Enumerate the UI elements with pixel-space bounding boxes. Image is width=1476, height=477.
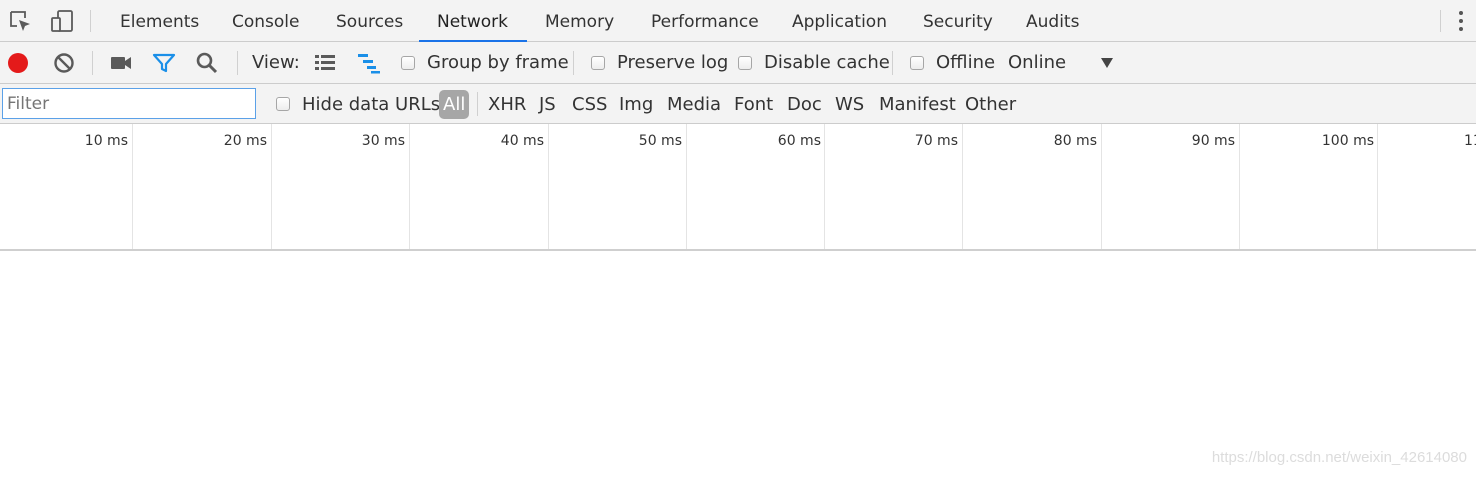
throttling-value: Online <box>1008 52 1067 73</box>
timeline-label: 70 ms <box>914 133 958 149</box>
divider <box>237 51 238 75</box>
throttling-select[interactable]: Online <box>1008 42 1066 83</box>
type-filter-js[interactable]: JS <box>539 84 556 124</box>
more-options-icon[interactable] <box>1458 11 1464 33</box>
preserve-log-checkbox[interactable] <box>591 55 605 70</box>
divider <box>477 92 478 116</box>
grid-divider <box>548 124 549 249</box>
hide-data-urls-label: Hide data URLs <box>302 93 441 115</box>
filter-bar: Hide data URLs All XHR JS CSS Img Media … <box>0 84 1476 124</box>
timeline-label: 50 ms <box>638 133 682 149</box>
type-filter-media[interactable]: Media <box>667 84 721 124</box>
tab-application[interactable]: Application <box>774 0 905 42</box>
tab-elements[interactable]: Elements <box>102 0 217 42</box>
waterfall-overview-icon[interactable] <box>357 51 381 75</box>
offline-checkbox[interactable] <box>910 55 924 70</box>
view-label: View: <box>252 52 300 73</box>
tab-security[interactable]: Security <box>905 0 1011 42</box>
divider <box>92 51 93 75</box>
tab-memory[interactable]: Memory <box>527 0 632 42</box>
type-filter-manifest[interactable]: Manifest <box>879 84 956 124</box>
group-by-frame-option[interactable]: Group by frame <box>401 42 569 83</box>
timeline-overview[interactable]: 10 ms 20 ms 30 ms 40 ms 50 ms 60 ms 70 m… <box>0 124 1476 251</box>
filter-icon[interactable] <box>152 51 176 75</box>
grid-divider <box>271 124 272 249</box>
tab-audits[interactable]: Audits <box>1008 0 1097 42</box>
search-icon[interactable] <box>195 51 219 75</box>
filter-input[interactable] <box>2 88 256 119</box>
tab-network[interactable]: Network <box>419 0 527 42</box>
hide-data-urls-checkbox[interactable] <box>276 97 290 111</box>
clear-icon[interactable] <box>52 51 76 75</box>
timeline-label: 80 ms <box>1053 133 1097 149</box>
grid-divider <box>824 124 825 249</box>
grid-divider <box>962 124 963 249</box>
type-filter-all[interactable]: All <box>439 90 470 119</box>
type-filter-img[interactable]: Img <box>619 84 653 124</box>
offline-option[interactable]: Offline <box>910 42 995 83</box>
network-toolbar: View: Group by frame Preserve log Disabl… <box>0 42 1476 84</box>
timeline-label: 20 ms <box>223 133 267 149</box>
timeline-label: 60 ms <box>777 133 821 149</box>
watermark: https://blog.csdn.net/weixin_42614080 <box>1211 449 1467 466</box>
grid-divider <box>1377 124 1378 249</box>
divider <box>573 51 574 75</box>
type-filter-xhr[interactable]: XHR <box>488 84 526 124</box>
type-filter-other[interactable]: Other <box>965 84 1016 124</box>
preserve-log-option[interactable]: Preserve log <box>591 42 728 83</box>
tab-performance[interactable]: Performance <box>633 0 777 42</box>
grid-divider <box>409 124 410 249</box>
offline-label: Offline <box>936 52 996 73</box>
timeline-label: 100 ms <box>1321 133 1374 149</box>
tab-console[interactable]: Console <box>214 0 318 42</box>
timeline-label: 11 <box>1464 133 1476 149</box>
type-filter-doc[interactable]: Doc <box>787 84 822 124</box>
grid-divider <box>1101 124 1102 249</box>
disable-cache-label: Disable cache <box>764 52 890 73</box>
dropdown-arrow-icon[interactable] <box>1101 58 1113 68</box>
divider <box>90 10 91 32</box>
group-by-frame-checkbox[interactable] <box>401 55 415 70</box>
disable-cache-option[interactable]: Disable cache <box>738 42 890 83</box>
devtools-tab-bar: Elements Console Sources Network Memory … <box>0 0 1476 42</box>
type-filter-ws[interactable]: WS <box>835 84 864 124</box>
grid-divider <box>1239 124 1240 249</box>
hide-data-urls-option[interactable]: Hide data URLs <box>276 84 440 124</box>
timeline-label: 90 ms <box>1191 133 1235 149</box>
timeline-label: 10 ms <box>84 133 128 149</box>
disable-cache-checkbox[interactable] <box>738 55 752 70</box>
tab-sources[interactable]: Sources <box>318 0 421 42</box>
timeline-label: 30 ms <box>361 133 405 149</box>
inspect-element-icon[interactable] <box>8 9 32 33</box>
divider <box>1440 10 1441 32</box>
timeline-label: 40 ms <box>500 133 544 149</box>
group-by-frame-label: Group by frame <box>427 52 569 73</box>
record-icon[interactable] <box>6 51 30 75</box>
divider <box>892 51 893 75</box>
type-filter-css[interactable]: CSS <box>572 84 607 124</box>
video-camera-icon[interactable] <box>109 51 133 75</box>
large-rows-icon[interactable] <box>313 51 337 75</box>
grid-divider <box>686 124 687 249</box>
preserve-log-label: Preserve log <box>617 52 729 73</box>
device-toolbar-icon[interactable] <box>50 9 74 33</box>
type-filter-font[interactable]: Font <box>734 84 773 124</box>
grid-divider <box>132 124 133 249</box>
